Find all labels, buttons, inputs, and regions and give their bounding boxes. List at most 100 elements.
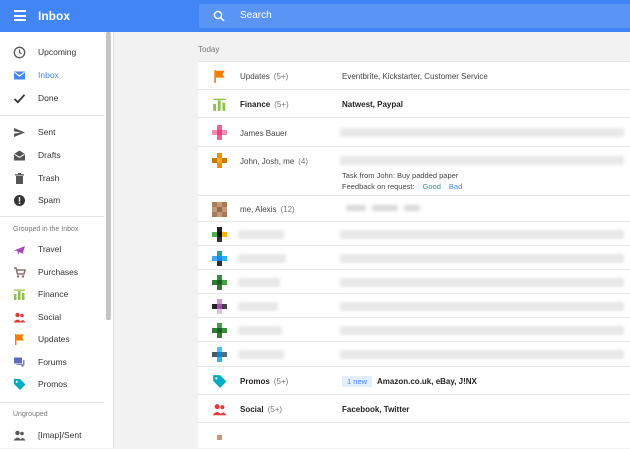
sidebar-item-finance[interactable]: Finance [0, 283, 104, 305]
avatar [212, 323, 227, 338]
avatar [212, 299, 227, 314]
row-sender: Social (5+) [240, 405, 283, 414]
sidebar-item-done[interactable]: Done [0, 87, 104, 109]
blurred-sender [238, 230, 284, 239]
search-input[interactable]: Search [199, 4, 630, 28]
sidebar-item-trash[interactable]: Trash [0, 167, 104, 189]
finance-icon [14, 289, 25, 300]
message-row[interactable] [198, 423, 630, 449]
sidebar-item-upcoming[interactable]: Upcoming [0, 41, 104, 63]
sidebar-item-drafts[interactable]: Drafts [0, 144, 104, 166]
people-icon [212, 404, 227, 416]
sidebar-item-sent[interactable]: Sent [0, 121, 104, 143]
blurred-sender [238, 350, 284, 359]
message-row[interactable]: me, Alexis (12) [198, 196, 630, 222]
avatar [212, 275, 227, 290]
avatar [212, 125, 227, 140]
blurred-snippet [404, 205, 420, 211]
message-row[interactable]: John, Josh, me (4) Task from John: Buy pa… [198, 147, 630, 196]
sidebar-item-promos[interactable]: Promos [0, 373, 104, 395]
row-summary: Facebook, Twitter [342, 405, 410, 414]
blurred-sender [238, 302, 278, 311]
sidebar-item-spam[interactable]: Spam [0, 189, 104, 211]
menu-icon[interactable] [14, 10, 26, 21]
blurred-snippet [346, 205, 366, 211]
blurred-snippet [340, 302, 624, 311]
sidebar-item-label: Purchases [38, 267, 79, 277]
new-badge: 1 new [342, 376, 373, 387]
blurred-snippet [340, 278, 624, 287]
avatar [212, 153, 227, 168]
sidebar-item-label: Updates [38, 334, 70, 344]
sidebar-item-label: Spam [38, 195, 61, 205]
inbox-icon [14, 71, 25, 80]
bundle-row-promos[interactable]: Promos (5+) 1 new Amazon.co.uk, eBay, J!NX [198, 367, 630, 395]
message-row[interactable] [198, 246, 630, 270]
blurred-sender [238, 278, 280, 287]
row-summary: 1 new Amazon.co.uk, eBay, J!NX [342, 376, 477, 387]
message-row[interactable] [198, 294, 630, 318]
cart-icon [14, 267, 26, 278]
blurred-snippet [340, 326, 624, 335]
sidebar-item-imap-sent[interactable]: [Imap]/Sent [0, 424, 104, 446]
people-icon [13, 430, 26, 441]
flag-icon [15, 334, 24, 345]
sidebar-item-label: Promos [38, 379, 68, 389]
blurred-sender [238, 326, 282, 335]
check-icon [13, 94, 26, 104]
avatar [212, 430, 227, 445]
bad-link[interactable]: Bad [449, 182, 462, 191]
sidebar-item-updates[interactable]: Updates [0, 328, 104, 350]
group-header: Grouped in the Inbox [13, 226, 79, 233]
row-sender: me, Alexis (12) [240, 205, 295, 214]
row-summary: Eventbrite, Kickstarter, Customer Servic… [342, 72, 488, 81]
blurred-snippet [340, 156, 624, 165]
blurred-snippet [340, 254, 624, 263]
sidebar-item-label: Drafts [38, 150, 61, 160]
avatar [212, 227, 227, 242]
sidebar-item-label: [Imap]/Sent [38, 430, 82, 440]
people-icon [13, 312, 26, 323]
top-bar: Inbox Search [0, 0, 630, 32]
row-sender: Promos (5+) [240, 377, 289, 386]
sidebar-item-social[interactable]: Social [0, 306, 104, 328]
divider [0, 115, 104, 116]
finance-icon [213, 98, 226, 111]
bundle-row-social[interactable]: Social (5+) Facebook, Twitter [198, 395, 630, 423]
sidebar-item-travel[interactable]: Travel [0, 238, 104, 260]
blurred-snippet [372, 205, 398, 211]
send-icon [14, 128, 25, 137]
forum-icon [14, 357, 25, 368]
sidebar-item-label: Forums [38, 357, 67, 367]
sidebar-item-label: Social [38, 312, 62, 322]
message-list: Updates (5+) Eventbrite, Kickstarter, Cus… [198, 61, 630, 448]
good-link[interactable]: Good [423, 182, 441, 191]
sidebar-item-forums[interactable]: Forums [0, 351, 104, 373]
message-row[interactable]: James Bauer [198, 118, 630, 147]
task-reminder: Task from John: Buy padded paper [342, 171, 459, 180]
message-row[interactable] [198, 270, 630, 294]
message-row[interactable] [198, 318, 630, 342]
bundle-row-updates[interactable]: Updates (5+) Eventbrite, Kickstarter, Cus… [198, 62, 630, 90]
sidebar-item-label: Done [38, 93, 59, 103]
sidebar-item-purchases[interactable]: Purchases [0, 261, 104, 283]
trash-icon [15, 173, 24, 184]
bundle-row-finance[interactable]: Finance (5+) Natwest, Paypal [198, 90, 630, 118]
avatar [212, 202, 227, 217]
ungrouped-header: Ungrouped [13, 411, 48, 418]
message-row[interactable] [198, 342, 630, 367]
flag-icon [214, 70, 225, 83]
row-sender: Updates (5+) [240, 72, 289, 81]
blurred-sender [238, 254, 286, 263]
sidebar: Upcoming Inbox Done Sent Drafts Trash Sp… [0, 32, 114, 448]
tag-icon [213, 375, 227, 388]
drafts-icon [14, 150, 25, 161]
sidebar-scrollbar[interactable] [106, 32, 111, 320]
search-icon [213, 10, 225, 22]
sidebar-item-inbox[interactable]: Inbox [0, 64, 104, 86]
message-row[interactable] [198, 222, 630, 246]
avatar [212, 251, 227, 266]
row-sender: John, Josh, me (4) [240, 157, 309, 166]
avatar [212, 347, 227, 362]
blurred-snippet [340, 128, 624, 137]
